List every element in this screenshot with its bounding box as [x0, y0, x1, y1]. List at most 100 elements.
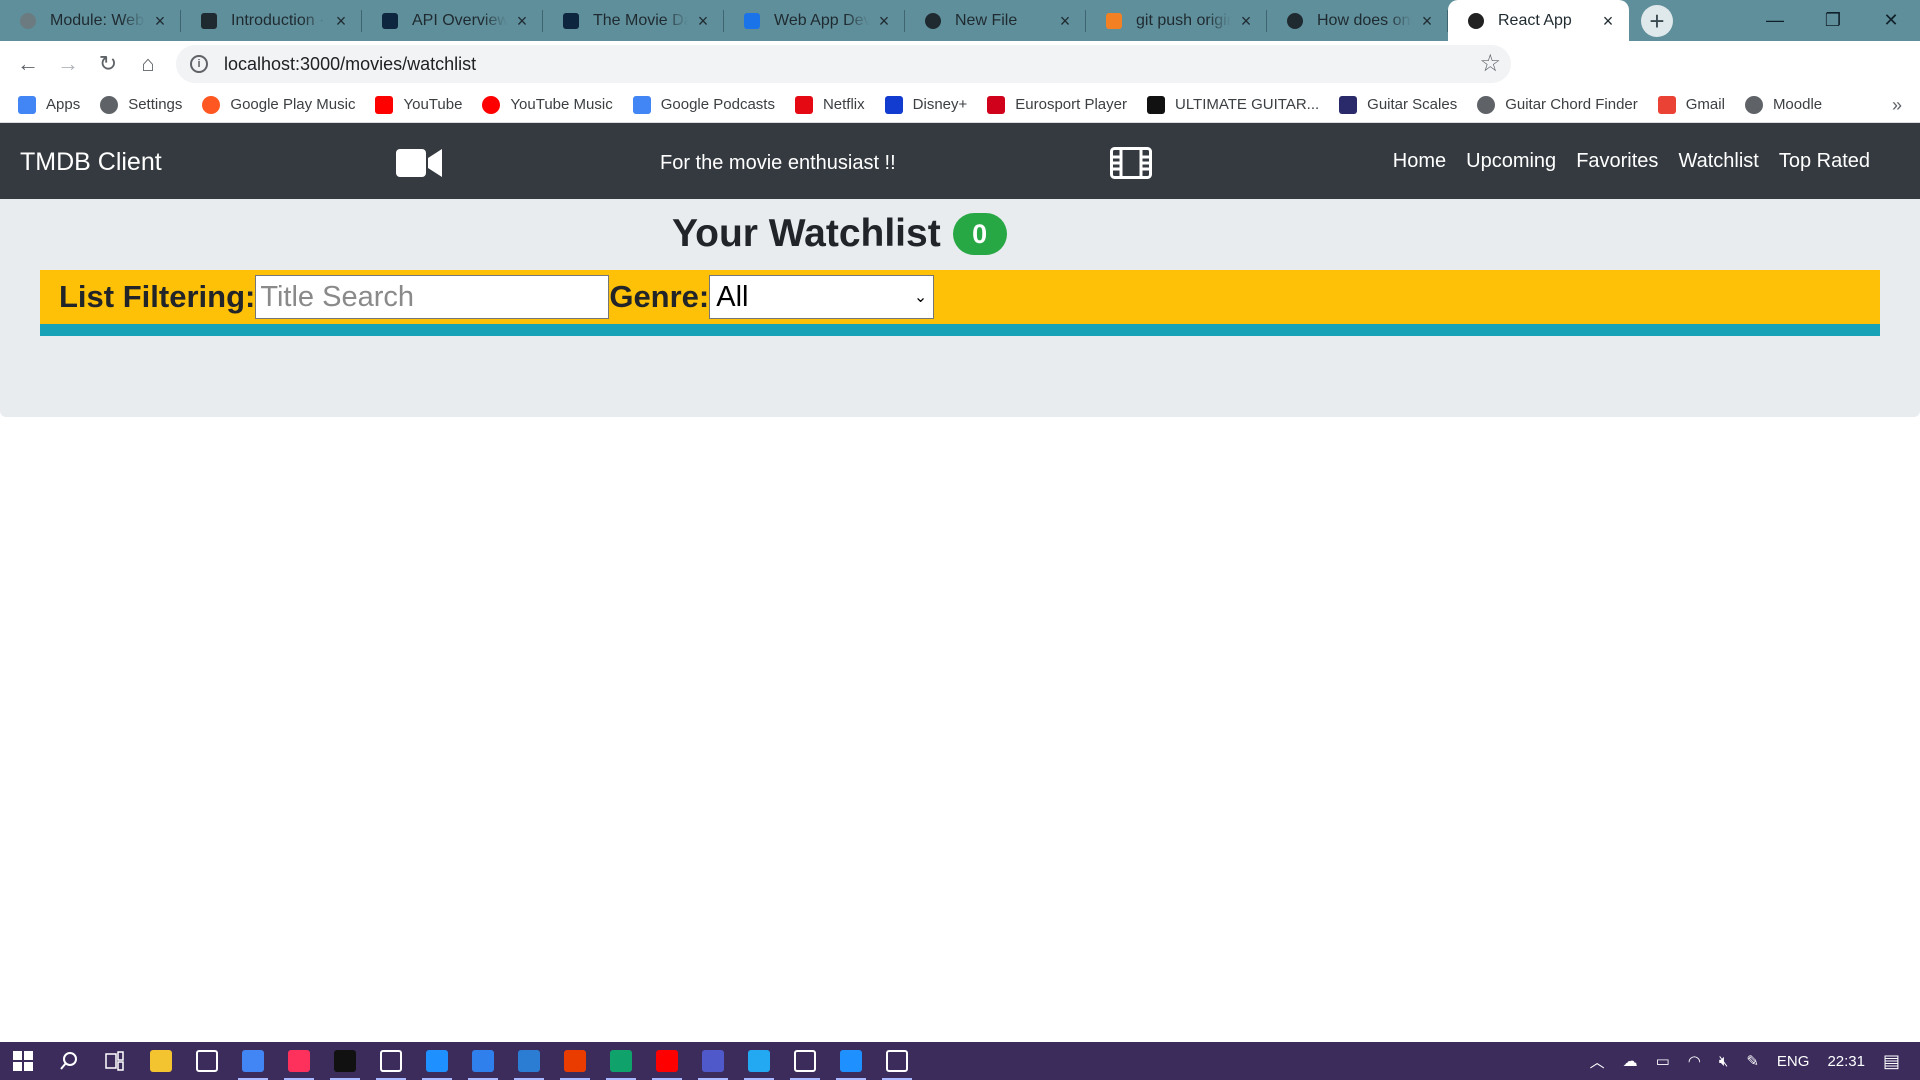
browser-tab[interactable]: Module: Web A ×: [0, 0, 181, 41]
browser-tab[interactable]: Web App Deve ×: [724, 0, 905, 41]
browser-tab[interactable]: React App ×: [1448, 0, 1629, 41]
close-window-button[interactable]: ✕: [1862, 0, 1920, 41]
browser-tab[interactable]: New File ×: [905, 0, 1086, 41]
browser-tab[interactable]: Introduction · C ×: [181, 0, 362, 41]
taskbar-app-button[interactable]: [506, 1042, 552, 1080]
bookmark-label: Apps: [46, 96, 81, 113]
genre-select[interactable]: All ⌄: [709, 275, 935, 319]
tab-close-icon[interactable]: ×: [332, 12, 350, 30]
bookmark-item[interactable]: Google Play Music: [202, 95, 355, 114]
taskbar-app-button[interactable]: [736, 1042, 782, 1080]
browser-tab[interactable]: The Movie Dat ×: [543, 0, 724, 41]
play-music-icon: [202, 95, 221, 114]
tab-close-icon[interactable]: ×: [513, 12, 531, 30]
brand-title[interactable]: TMDB Client: [20, 148, 162, 177]
taskbar-app-button[interactable]: [92, 1042, 138, 1080]
globe-icon: [18, 11, 38, 31]
office-icon: [564, 1050, 586, 1072]
bookmark-item[interactable]: Netflix: [794, 95, 865, 114]
browser-tab[interactable]: git push origin ×: [1086, 0, 1267, 41]
browser-tab[interactable]: API Overview — ×: [362, 0, 543, 41]
globe-icon: [1477, 95, 1496, 114]
bookmark-item[interactable]: Google Podcasts: [632, 95, 775, 114]
tab-title: API Overview —: [412, 11, 507, 29]
taskbar-app-button[interactable]: [690, 1042, 736, 1080]
bookmark-item[interactable]: Eurosport Player: [987, 95, 1127, 114]
bookmark-item[interactable]: ULTIMATE GUITAR...: [1146, 95, 1319, 114]
tab-list: Module: Web A×Introduction · C×API Overv…: [0, 0, 1629, 41]
nav-link-watchlist[interactable]: Watchlist: [1678, 150, 1758, 173]
taskbar-app-button[interactable]: [184, 1042, 230, 1080]
home-button[interactable]: ⌂: [128, 44, 168, 84]
bookmark-item[interactable]: Disney+: [884, 95, 968, 114]
nav-link-upcoming[interactable]: Upcoming: [1466, 150, 1556, 173]
nav-link-top-rated[interactable]: Top Rated: [1779, 150, 1870, 173]
book-icon: [199, 11, 219, 31]
tab-close-icon[interactable]: ×: [1418, 12, 1436, 30]
forward-button[interactable]: →: [48, 44, 88, 84]
app-icon-1: [380, 1050, 402, 1072]
bookmark-label: Disney+: [912, 96, 968, 113]
tab-close-icon[interactable]: ×: [694, 12, 712, 30]
taskbar-app-button[interactable]: [828, 1042, 874, 1080]
taskbar-app-button[interactable]: [460, 1042, 506, 1080]
bookmark-star-icon[interactable]: ☆: [1479, 49, 1501, 78]
bookmark-item[interactable]: Guitar Chord Finder: [1477, 95, 1638, 114]
back-button[interactable]: ←: [8, 44, 48, 84]
volume-muted-icon[interactable]: 🔇︎: [1719, 1053, 1728, 1070]
taskbar-app-button[interactable]: [46, 1042, 92, 1080]
minimize-button[interactable]: —: [1746, 0, 1804, 41]
show-hidden-icons-icon[interactable]: ︿: [1590, 1051, 1605, 1072]
taskbar-app-button[interactable]: [598, 1042, 644, 1080]
pen-icon[interactable]: ✎: [1746, 1052, 1759, 1070]
wifi-icon[interactable]: ◠: [1688, 1052, 1701, 1070]
bookmark-item[interactable]: Guitar Scales: [1339, 95, 1457, 114]
app-icon-2: [840, 1050, 862, 1072]
battery-icon[interactable]: ▭: [1656, 1052, 1670, 1070]
address-bar[interactable]: i localhost:3000/movies/watchlist ☆: [176, 45, 1511, 83]
bookmark-item[interactable]: Settings: [100, 95, 182, 114]
clock[interactable]: 22:31: [1827, 1053, 1865, 1070]
taskbar-app-button[interactable]: [368, 1042, 414, 1080]
bookmarks-overflow-button[interactable]: »: [1892, 95, 1902, 116]
browser-tab[interactable]: How does one ×: [1267, 0, 1448, 41]
bookmark-item[interactable]: YouTube: [375, 95, 462, 114]
title-search-input[interactable]: [255, 275, 610, 319]
taskbar-app-button[interactable]: [552, 1042, 598, 1080]
maximize-button[interactable]: ❐: [1804, 0, 1862, 41]
new-tab-button[interactable]: +: [1641, 5, 1673, 37]
notifications-icon[interactable]: ▤: [1883, 1051, 1900, 1072]
taskbar-app-button[interactable]: [322, 1042, 368, 1080]
tab-close-icon[interactable]: ×: [1237, 12, 1255, 30]
tab-close-icon[interactable]: ×: [1599, 12, 1617, 30]
nav-link-home[interactable]: Home: [1393, 150, 1446, 173]
photos-icon: [426, 1050, 448, 1072]
bookmark-label: Guitar Chord Finder: [1505, 96, 1638, 113]
onedrive-icon[interactable]: ☁: [1623, 1052, 1638, 1070]
tab-close-icon[interactable]: ×: [151, 12, 169, 30]
nav-link-favorites[interactable]: Favorites: [1576, 150, 1658, 173]
tab-close-icon[interactable]: ×: [875, 12, 893, 30]
taskbar-app-button[interactable]: [414, 1042, 460, 1080]
taskbar-app-button[interactable]: [782, 1042, 828, 1080]
bookmark-item[interactable]: Gmail: [1657, 95, 1725, 114]
reload-button[interactable]: ↻: [88, 44, 128, 84]
tab-title: The Movie Dat: [593, 11, 688, 29]
bookmark-label: Gmail: [1685, 96, 1725, 113]
tab-title: React App: [1498, 11, 1572, 29]
taskbar-app-button[interactable]: [276, 1042, 322, 1080]
system-tray: ︿ ☁ ▭ ◠ 🔇︎ ✎ ENG 22:31 ▤: [1581, 1042, 1920, 1080]
bookmark-item[interactable]: Apps: [18, 95, 81, 114]
tab-close-icon[interactable]: ×: [1056, 12, 1074, 30]
bookmark-item[interactable]: Moodle: [1744, 95, 1822, 114]
url-text[interactable]: localhost:3000/movies/watchlist: [224, 54, 476, 75]
taskbar-app-button[interactable]: [0, 1042, 46, 1080]
bookmark-item[interactable]: YouTube Music: [482, 95, 613, 114]
taskbar-app-button[interactable]: [874, 1042, 920, 1080]
site-info-icon[interactable]: i: [190, 55, 208, 73]
language-indicator[interactable]: ENG: [1777, 1053, 1810, 1070]
taskbar-app-button[interactable]: [230, 1042, 276, 1080]
taskbar-app-button[interactable]: [644, 1042, 690, 1080]
taskbar-app-button[interactable]: [138, 1042, 184, 1080]
start-icon: [12, 1050, 34, 1072]
